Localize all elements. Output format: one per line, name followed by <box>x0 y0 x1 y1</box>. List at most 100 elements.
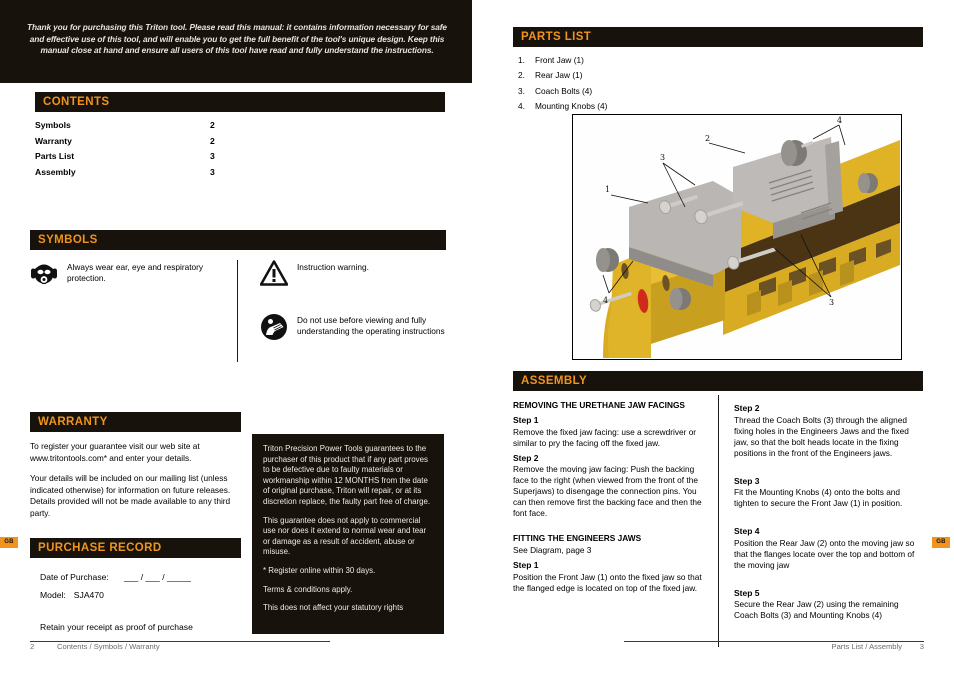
purchase-date-label: Date of Purchase: <box>40 572 109 582</box>
assembly-section: ASSEMBLY REMOVING THE URETHANE JAW FACIN… <box>513 371 923 647</box>
parts-list-items: 1. Front Jaw (1) 2. Rear Jaw (1) 3. Coac… <box>513 53 923 114</box>
contents-entry-label: Assembly <box>35 166 76 177</box>
symbols-column-left: Always wear ear, eye and respiratory pro… <box>30 260 238 368</box>
parts-list-item: 4. Mounting Knobs (4) <box>513 99 923 114</box>
right-footer-text: Parts List / Assembly <box>831 642 902 651</box>
assembly-step-body: Remove the moving jaw facing: Push the b… <box>513 464 702 518</box>
contents-entry-label: Symbols <box>35 120 71 130</box>
assembly-heading: ASSEMBLY <box>513 371 923 391</box>
diagram-callout-4a: 4 <box>837 116 842 125</box>
symbols-heading: SYMBOLS <box>30 230 446 250</box>
assembly-step-body: Remove the fixed jaw facing: use a screw… <box>513 426 697 448</box>
assembly-subheading: FITTING THE ENGINEERS JAWS <box>513 533 642 543</box>
assembly-spacer <box>513 521 704 532</box>
ppe-face-icon <box>30 260 58 293</box>
purchase-record-body: Date of Purchase: ___ / ___ / _____ Mode… <box>30 568 241 636</box>
purchase-record-section: PURCHASE RECORD Date of Purchase: ___ / … <box>30 538 241 636</box>
warranty-heading: WARRANTY <box>30 412 241 432</box>
assembly-step-label: Step 5 <box>734 587 760 598</box>
contents-entry-label: Warranty <box>35 135 72 146</box>
symbol-item-warning: Instruction warning. <box>259 260 446 291</box>
assembly-step-body: Position the Front Jaw (1) onto the fixe… <box>513 571 702 593</box>
diagram-callout-3b: 3 <box>829 298 834 307</box>
contents-entry-page: 3 <box>210 151 215 161</box>
diagram-callout-1: 1 <box>605 185 610 194</box>
symbols-body: Always wear ear, eye and respiratory pro… <box>30 260 446 368</box>
purchase-record-note: Retain your receipt as proof of purchase <box>40 622 193 632</box>
purchase-model-label: Model: <box>40 590 66 600</box>
symbol-item-read-instructions: Do not use before viewing and fully unde… <box>260 313 446 346</box>
assembly-column-left: REMOVING THE URETHANE JAW FACINGS Step 1… <box>513 399 718 623</box>
assembly-step-label: Step 1 <box>513 560 539 570</box>
superjaws-exploded-assembly-diagram: 1 3 2 4 4 3 <box>572 114 902 360</box>
diagram-callout-3a: 3 <box>660 153 665 162</box>
contents-row: Symbols 2 <box>35 118 445 134</box>
parts-item-name: Mounting Knobs (4) <box>535 100 608 111</box>
symbol-item-ppe: Always wear ear, eye and respiratory pro… <box>30 260 224 293</box>
symbol-item-text: Always wear ear, eye and respiratory pro… <box>67 262 204 283</box>
diagram-callout-2: 2 <box>705 134 710 143</box>
warranty-terms-paragraph: Terms & conditions apply. <box>263 584 353 594</box>
warranty-terms-paragraph: * Register online within 30 days. <box>263 565 376 575</box>
symbol-item-text: Do not use before viewing and fully unde… <box>297 315 445 336</box>
purchase-date-field[interactable]: ___ / ___ / _____ <box>124 568 191 586</box>
assembly-column-divider <box>718 395 719 647</box>
parts-item-number: 1. <box>518 55 525 65</box>
contents-entry-page: 3 <box>210 166 215 177</box>
assembly-step-label: Step 3 <box>734 475 760 486</box>
warranty-terms-paragraph: Triton Precision Power Tools guarantees … <box>263 444 431 506</box>
left-page-footer: 2 Contents / Symbols / Warranty <box>30 642 330 656</box>
parts-item-name: Rear Jaw (1) <box>535 70 583 81</box>
contents-row: Assembly 3 <box>35 165 445 181</box>
contents-entry-label: Parts List <box>35 151 75 161</box>
parts-item-name: Front Jaw (1) <box>535 55 584 65</box>
warranty-paragraph: To register your guarantee visit our web… <box>30 441 200 463</box>
parts-list-item: 1. Front Jaw (1) <box>513 53 923 68</box>
parts-list-item: 2. Rear Jaw (1) <box>513 68 923 83</box>
assembly-step-label: Step 2 <box>513 452 539 463</box>
purchase-record-heading: PURCHASE RECORD <box>30 538 241 558</box>
assembly-spacer <box>734 511 923 522</box>
parts-item-number: 3. <box>518 85 525 96</box>
warranty-terms-paragraph: This does not affect your statutory righ… <box>263 603 404 613</box>
intro-text: Thank you for purchasing this Triton too… <box>27 22 447 56</box>
symbols-column-right: Instruction warning. Do not use before v… <box>238 260 446 368</box>
parts-item-number: 2. <box>518 70 525 81</box>
left-footer-text: Contents / Symbols / Warranty <box>57 642 160 651</box>
parts-item-number: 4. <box>518 100 525 111</box>
parts-list-section: PARTS LIST 1. Front Jaw (1) 2. Rear Jaw … <box>513 27 923 114</box>
read-instructions-icon <box>260 313 288 346</box>
warranty-section: WARRANTY To register your guarantee visi… <box>30 412 241 529</box>
assembly-diagram-reference: See Diagram, page 3 <box>513 545 592 555</box>
right-page-number: 3 <box>919 642 924 651</box>
warranty-terms-paragraph: This guarantee does not apply to commerc… <box>263 515 427 557</box>
warranty-paragraph: Your details will be included on our mai… <box>30 473 231 518</box>
assembly-step-body: Position the Rear Jaw (2) onto the movin… <box>734 537 915 570</box>
assembly-column-right: Step 2 Thread the Coach Bolts (3) throug… <box>718 399 923 623</box>
warranty-body: To register your guarantee visit our web… <box>30 441 241 520</box>
intro-banner: Thank you for purchasing this Triton too… <box>0 0 472 83</box>
left-page: Thank you for purchasing this Triton too… <box>0 0 477 675</box>
assembly-spacer <box>734 461 923 472</box>
purchase-model-row: Model: SJA470 <box>40 586 241 604</box>
contents-heading: CONTENTS <box>35 92 445 112</box>
symbols-column-divider <box>237 260 238 362</box>
purchase-model-value: SJA470 <box>73 590 104 600</box>
contents-row: Warranty 2 <box>35 134 445 150</box>
left-page-number: 2 <box>30 642 35 651</box>
right-page-footer: Parts List / Assembly 3 <box>624 642 924 656</box>
assembly-step-body: Fit the Mounting Knobs (4) onto the bolt… <box>734 487 903 508</box>
assembly-step-label: Step 2 <box>734 403 760 413</box>
warning-triangle-icon <box>259 260 289 291</box>
purchase-date-row: Date of Purchase: ___ / ___ / _____ <box>40 568 241 586</box>
contents-section: CONTENTS Symbols 2 Warranty 2 Parts List… <box>35 92 445 180</box>
assembly-spacer <box>734 573 923 584</box>
assembly-subheading: REMOVING THE URETHANE JAW FACINGS <box>513 400 685 410</box>
parts-item-name: Coach Bolts (4) <box>535 85 593 96</box>
parts-list-item: 3. Coach Bolts (4) <box>513 84 923 99</box>
contents-row: Parts List 3 <box>35 149 445 165</box>
warranty-terms-box: Triton Precision Power Tools guarantees … <box>252 434 444 634</box>
diagram-callout-4b: 4 <box>603 296 608 305</box>
assembly-body: REMOVING THE URETHANE JAW FACINGS Step 1… <box>513 395 923 647</box>
assembly-step-label: Step 4 <box>734 526 760 536</box>
